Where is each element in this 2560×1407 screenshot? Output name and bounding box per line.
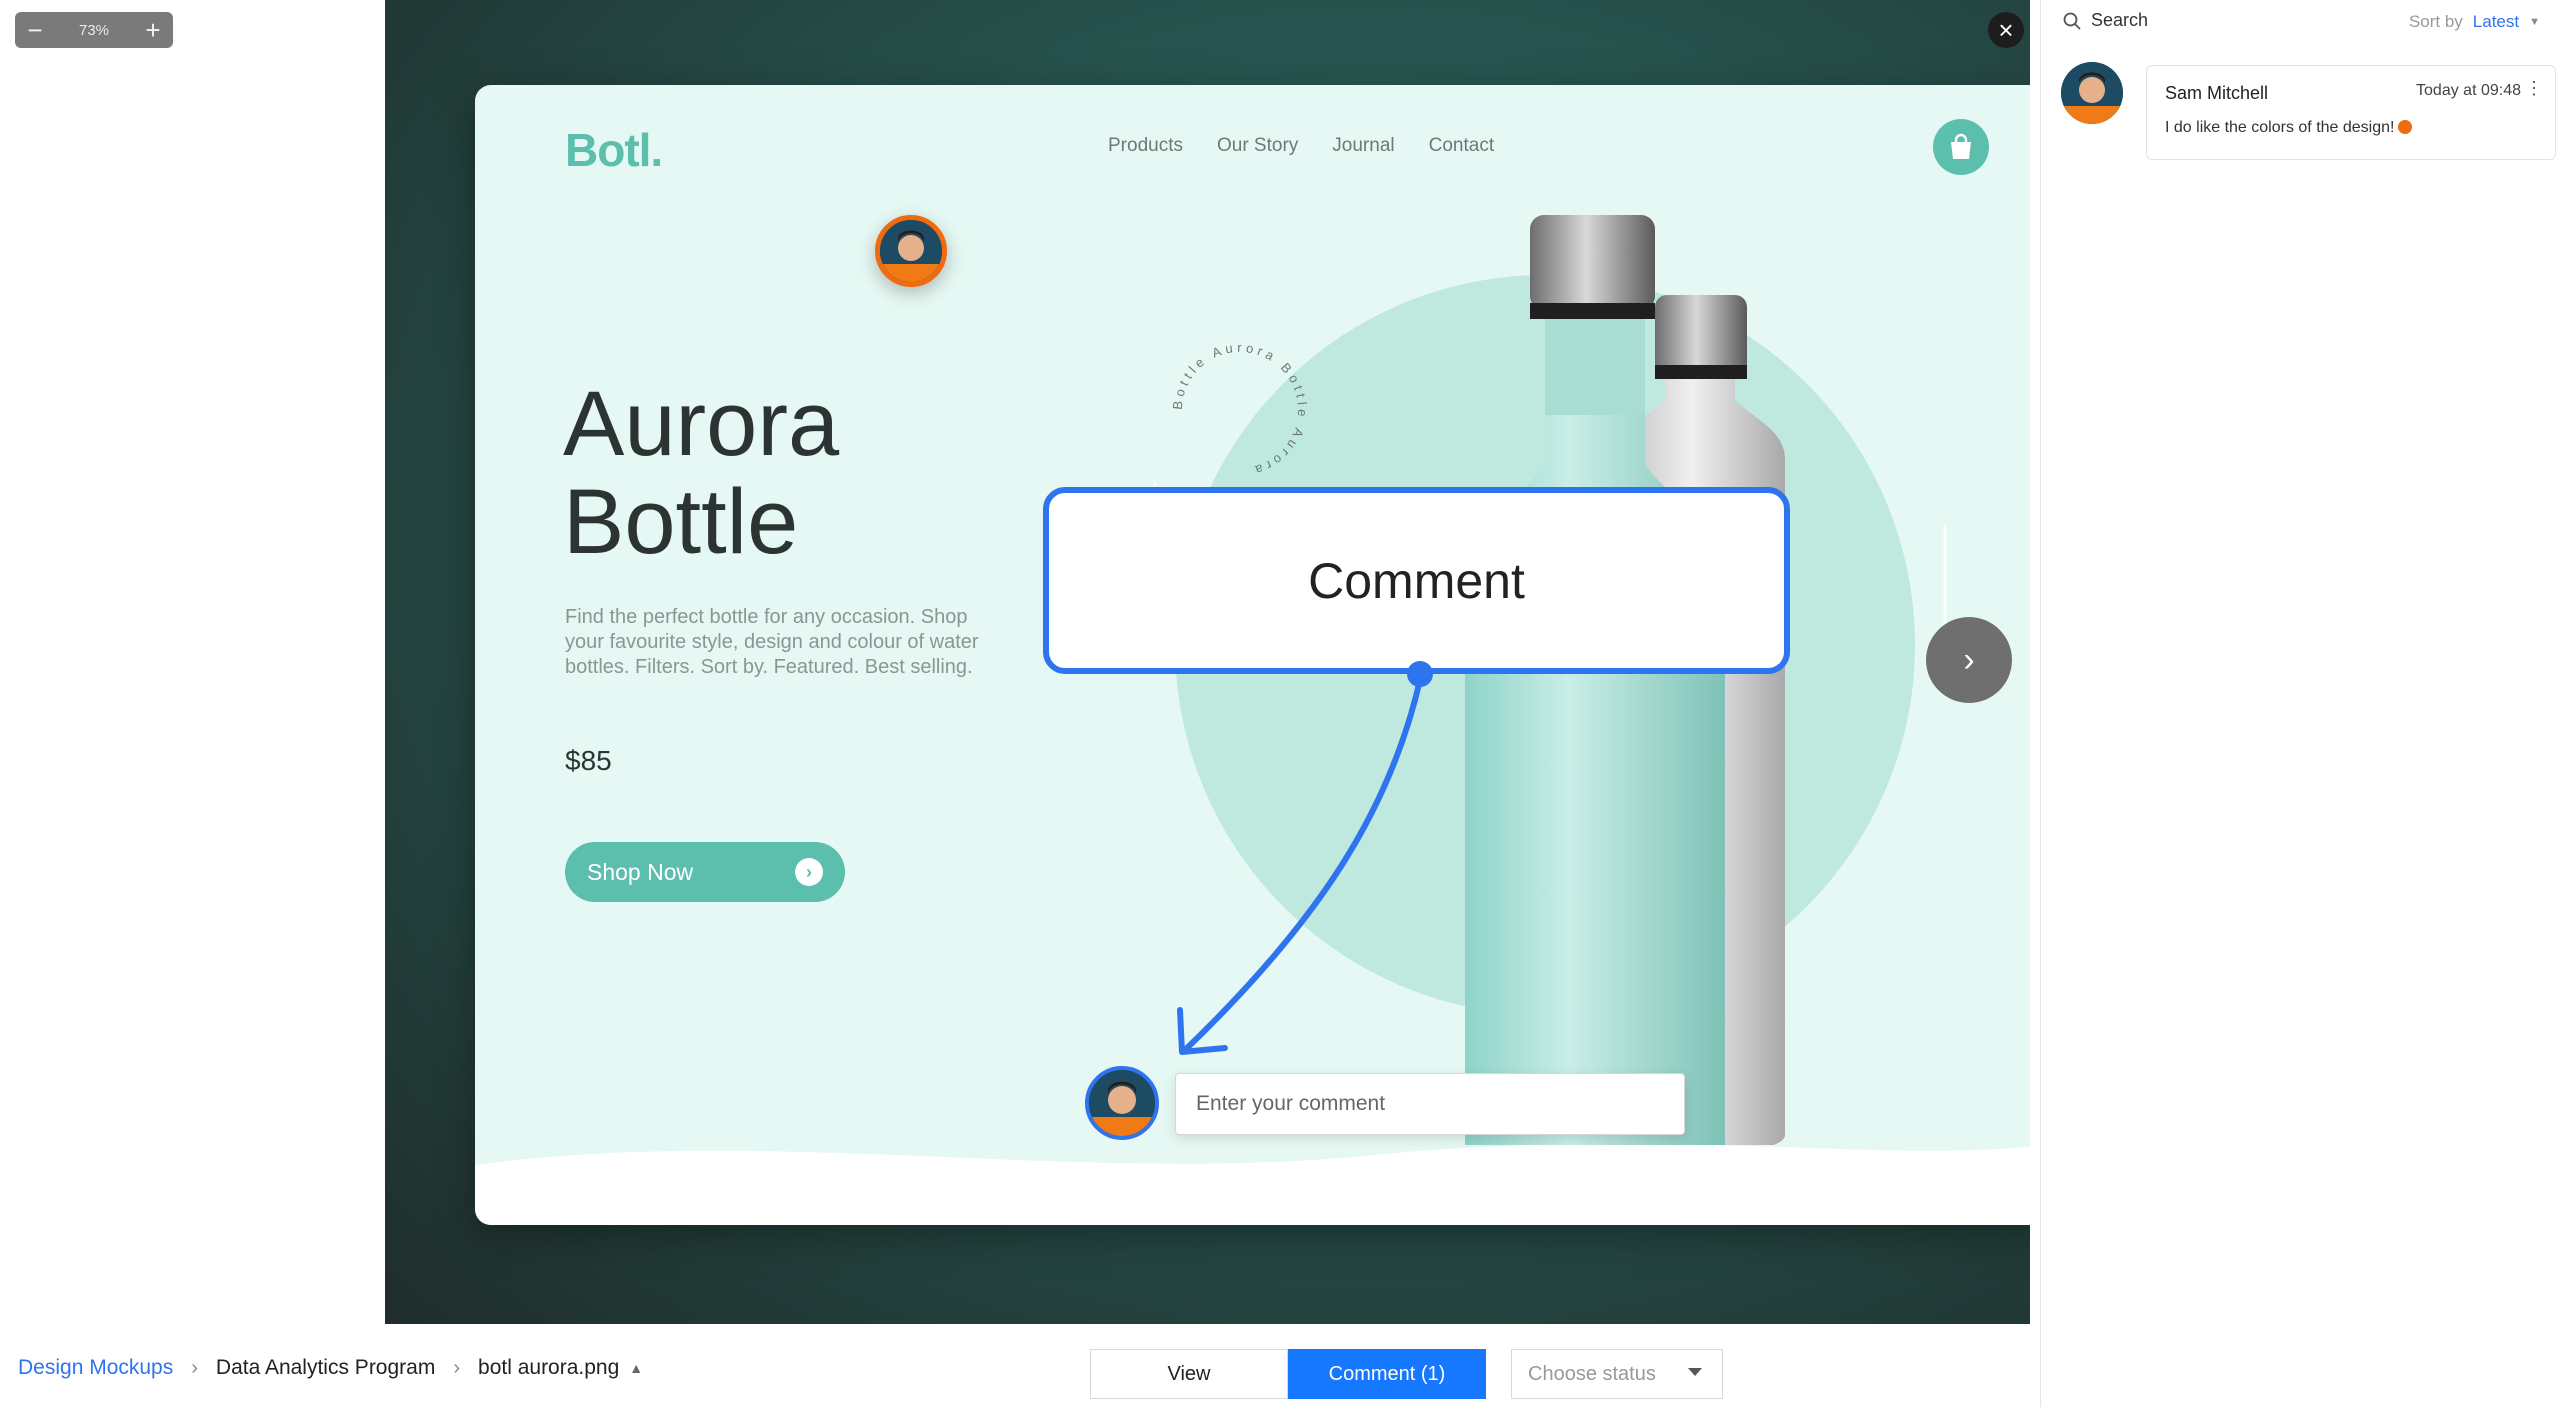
- chevron-down-icon: ▼: [2529, 16, 2540, 28]
- comment-input[interactable]: [1175, 1073, 1685, 1135]
- comment-text: I do like the colors of the design!: [2165, 119, 2413, 137]
- bottom-bar: Design Mockups › Data Analytics Program …: [0, 1324, 2040, 1407]
- mockup-logo: Botl.: [565, 124, 663, 176]
- more-options-icon[interactable]: ⋮: [2525, 78, 2543, 99]
- status-select[interactable]: Choose status: [1511, 1349, 1723, 1399]
- comment-timestamp: Today at 09:48: [2416, 82, 2521, 99]
- zoom-in-button[interactable]: +: [133, 12, 173, 48]
- comment-pin-avatar[interactable]: [875, 215, 947, 287]
- mockup-price: $85: [565, 745, 612, 776]
- sort-control[interactable]: Sort by Latest ▼: [2409, 12, 2540, 32]
- mockup-headline: Aurora Bottle: [563, 375, 839, 571]
- search-label: Search: [2091, 10, 2149, 30]
- caret-up-icon[interactable]: ▲: [629, 1360, 643, 1376]
- mockup-nav-item: Journal: [1332, 135, 1395, 156]
- shop-now-arrow-icon: ›: [795, 858, 823, 886]
- svg-text:Bottle Aurora Bottle Aurora: Bottle Aurora Bottle Aurora: [1170, 340, 1311, 479]
- comment-arrow: [1177, 661, 1433, 1055]
- chevron-right-icon: ›: [453, 1356, 461, 1379]
- mockup-ring-text: Bottle Aurora Bottle Aurora: [1170, 340, 1311, 479]
- comments-panel: Search Sort by Latest ▼ Sam Mitchell Tod…: [2040, 0, 2560, 1407]
- chevron-down-icon: [1688, 1368, 1702, 1376]
- breadcrumb-item[interactable]: botl aurora.png: [478, 1356, 619, 1380]
- breadcrumb-item[interactable]: Data Analytics Program: [216, 1356, 435, 1380]
- close-preview-icon[interactable]: ×: [1988, 12, 2024, 48]
- mockup-description: Find the perfect bottle for any occasion…: [565, 606, 979, 678]
- sort-value[interactable]: Latest: [2473, 12, 2519, 32]
- zoom-out-button[interactable]: −: [15, 12, 55, 48]
- comment-tab[interactable]: Comment (1): [1288, 1349, 1486, 1399]
- headline-line: Aurora: [563, 373, 840, 475]
- breadcrumb: Design Mockups › Data Analytics Program …: [18, 1356, 643, 1380]
- shop-now-label: Shop Now: [587, 858, 694, 885]
- mockup-next-arrow-icon: ›: [1926, 617, 2012, 703]
- headline-line: Bottle: [563, 471, 799, 573]
- chevron-right-icon: ›: [191, 1356, 198, 1379]
- comment-author: Sam Mitchell: [2165, 83, 2269, 103]
- mockup-nav-item: Products: [1108, 135, 1183, 156]
- mockup-bag-icon: [1933, 119, 1989, 175]
- comments-search[interactable]: Search: [2063, 10, 2148, 31]
- search-icon: [2063, 12, 2081, 29]
- breadcrumb-item[interactable]: Design Mockups: [18, 1356, 173, 1380]
- mockup-nav: Products Our Story Journal Contact: [1108, 135, 1494, 157]
- zoom-control: − 73% +: [15, 12, 173, 48]
- comment-callout-label: Comment: [1308, 552, 1525, 609]
- mockup-nav-item: Contact: [1428, 135, 1495, 156]
- comment-callout: Comment: [1043, 487, 1790, 674]
- sort-label: Sort by: [2408, 12, 2463, 31]
- view-tab[interactable]: View: [1090, 1349, 1288, 1399]
- heart-eyes-emoji-icon: [2398, 120, 2413, 134]
- left-pane: − 73% +: [0, 0, 385, 1324]
- comment-card[interactable]: Sam Mitchell Today at 09:48 ⋮ I do like …: [2146, 65, 2556, 160]
- status-placeholder: Choose status: [1528, 1362, 1656, 1385]
- comment-composer-avatar: [1085, 1066, 1159, 1140]
- mockup-nav-item: Our Story: [1216, 135, 1299, 156]
- comment-body: I do like the colors of the design!: [2165, 119, 2395, 136]
- mockup-shop-now-button: Shop Now ›: [565, 842, 845, 902]
- zoom-level: 73%: [78, 21, 110, 39]
- avatar: [2061, 62, 2123, 124]
